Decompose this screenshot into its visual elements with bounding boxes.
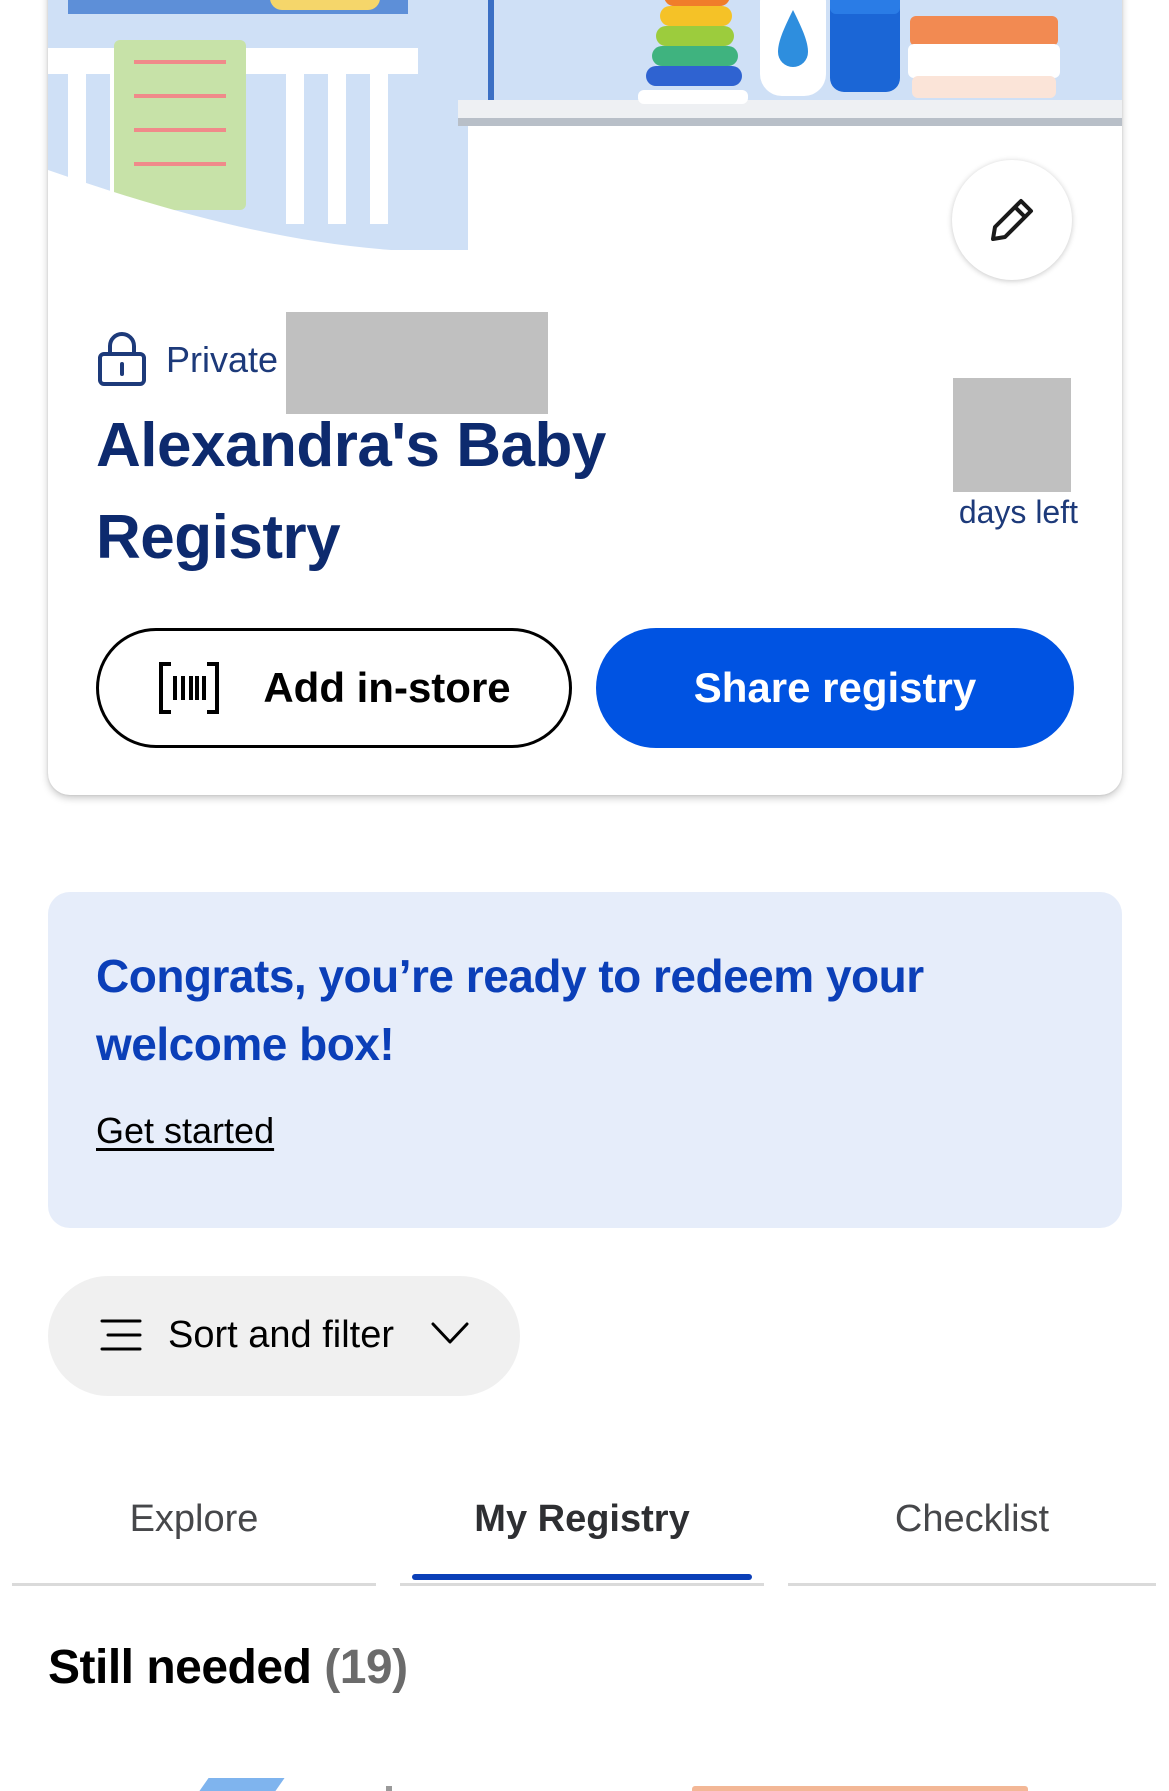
still-needed-heading: Still needed (19) bbox=[48, 1640, 408, 1695]
share-registry-button[interactable]: Share registry bbox=[596, 628, 1074, 748]
tab-explore-label: Explore bbox=[129, 1498, 259, 1540]
chevron-down-icon bbox=[431, 1322, 469, 1344]
tab-checklist[interactable]: Checklist bbox=[788, 1480, 1156, 1590]
add-in-store-label: Add in-store bbox=[263, 664, 511, 711]
redacted-event-date bbox=[286, 312, 548, 414]
welcome-box-title: Congrats, you’re ready to redeem your we… bbox=[96, 950, 924, 1070]
product-thumbnail-partial bbox=[386, 1786, 392, 1791]
product-thumbnail-partial bbox=[199, 1778, 285, 1791]
active-tab-indicator bbox=[412, 1574, 752, 1580]
get-started-link[interactable]: Get started bbox=[96, 1110, 274, 1152]
tab-divider bbox=[400, 1583, 764, 1586]
tab-divider bbox=[788, 1583, 1156, 1586]
barcode-icon bbox=[159, 662, 220, 714]
sort-and-filter-button[interactable]: Sort and filter bbox=[48, 1276, 520, 1396]
sort-and-filter-label: Sort and filter bbox=[168, 1314, 394, 1356]
tab-my-registry[interactable]: My Registry bbox=[400, 1480, 764, 1590]
edit-registry-button[interactable] bbox=[952, 160, 1072, 280]
registry-title: Alexandra's Baby Registry bbox=[96, 411, 606, 572]
days-left-label: days left bbox=[958, 494, 1078, 530]
registry-tabs: Explore My Registry Checklist bbox=[12, 1480, 1156, 1590]
tab-my-registry-label: My Registry bbox=[474, 1498, 690, 1540]
privacy-label: Private bbox=[166, 339, 279, 380]
add-in-store-button[interactable]: Add in-store bbox=[96, 628, 572, 748]
still-needed-title: Still needed bbox=[48, 1641, 312, 1694]
privacy-status: Private bbox=[96, 330, 278, 390]
tab-explore[interactable]: Explore bbox=[12, 1480, 376, 1590]
tab-checklist-label: Checklist bbox=[894, 1498, 1050, 1540]
welcome-box-banner: Congrats, you’re ready to redeem your we… bbox=[48, 892, 1122, 1228]
product-thumbnail-partial bbox=[692, 1786, 1028, 1791]
registry-card: Private Alexandra's Baby Registry days l… bbox=[48, 0, 1122, 795]
menu-lines-icon bbox=[100, 1319, 142, 1351]
still-needed-count: (19) bbox=[324, 1641, 408, 1694]
pencil-icon bbox=[991, 199, 1033, 241]
redacted-days-count bbox=[953, 378, 1071, 492]
tab-divider bbox=[12, 1583, 376, 1586]
lock-icon bbox=[98, 332, 146, 386]
